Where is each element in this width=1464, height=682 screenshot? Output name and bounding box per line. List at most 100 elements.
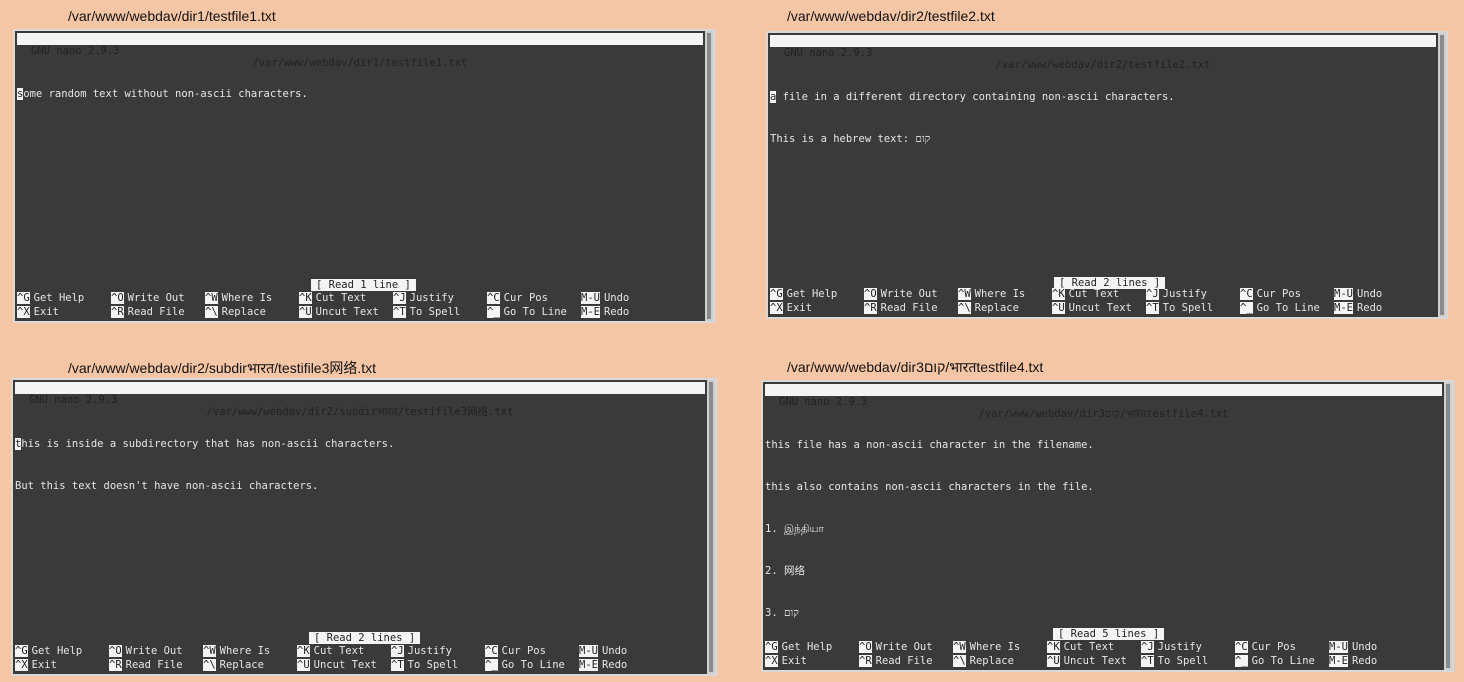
shortcut-item[interactable]: ^C Cur Pos (1240, 287, 1301, 301)
shortcut-item[interactable]: ^C Cur Pos (487, 291, 548, 305)
shortcut-item[interactable]: ^\ Replace (958, 301, 1019, 315)
shortcut-item[interactable]: ^K Cut Text (1047, 640, 1114, 654)
shortcut-key: ^J (1141, 641, 1154, 653)
shortcut-item[interactable]: M-E Redo (1329, 654, 1377, 668)
shortcut-key: ^O (109, 645, 122, 657)
shortcut-label: Go To Line (501, 659, 565, 671)
shortcut-label: Justify (1162, 288, 1207, 300)
shortcut-item[interactable]: ^J Justify (393, 291, 454, 305)
shortcut-item[interactable]: ^U Uncut Text (299, 305, 379, 319)
shortcut-label: Read File (875, 655, 933, 667)
shortcut-item[interactable]: ^U Uncut Text (297, 658, 377, 672)
nano-window-4[interactable]: GNU nano 2.9.3 /var/www/webdav/dir3קום/भ… (761, 380, 1454, 672)
shortcut-key: ^\ (953, 655, 966, 667)
shortcut-item[interactable]: ^G Get Help (17, 291, 84, 305)
shortcut-item[interactable]: ^W Where Is (958, 287, 1025, 301)
shortcut-item[interactable]: ^O Write Out (111, 291, 185, 305)
shortcut-item[interactable]: ^R Read File (864, 301, 938, 315)
editor-text[interactable]: this is inside a subdirectory that has n… (15, 409, 394, 521)
shortcut-label: Read File (880, 302, 938, 314)
shortcut-item[interactable]: ^K Cut Text (299, 291, 366, 305)
shortcut-item[interactable]: ^G Get Help (15, 644, 82, 658)
nano-version: GNU nano 2.9.3 (29, 394, 118, 406)
shortcut-bar: ^G Get Help ^X Exit ^O Write Out ^R Read File ^W… (765, 640, 1442, 668)
shortcut-label: Redo (1351, 655, 1378, 667)
shortcut-item[interactable]: ^K Cut Text (297, 644, 364, 658)
shortcut-label: Uncut Text (315, 306, 379, 318)
shortcut-label: Undo (1351, 641, 1378, 653)
editor-text[interactable]: some random text without non-ascii chara… (17, 59, 308, 129)
shortcut-item[interactable]: M-U Undo (579, 644, 627, 658)
shortcut-item[interactable]: ^K Cut Text (1052, 287, 1119, 301)
shortcut-key: ^C (1235, 641, 1248, 653)
shortcut-item[interactable]: ^\ Replace (953, 654, 1014, 668)
shortcut-item[interactable]: ^T To Spell (393, 305, 460, 319)
panel-2-caption: /var/www/webdav/dir2/testfile2.txt (787, 8, 995, 24)
shortcut-item[interactable]: ^W Where Is (203, 644, 270, 658)
shortcut-item[interactable]: M-U Undo (1329, 640, 1377, 654)
shortcut-item[interactable]: ^_ Go To Line (1240, 301, 1320, 315)
shortcut-key: ^T (1141, 655, 1154, 667)
shortcut-item[interactable]: ^\ Replace (205, 305, 266, 319)
shortcut-item[interactable]: ^R Read File (109, 658, 183, 672)
shortcut-item[interactable]: ^J Justify (1141, 640, 1202, 654)
shortcut-item[interactable]: ^J Justify (391, 644, 452, 658)
shortcut-label: Replace (974, 302, 1019, 314)
shortcut-item[interactable]: ^W Where Is (953, 640, 1020, 654)
shortcut-item[interactable]: ^T To Spell (1146, 301, 1213, 315)
shortcut-label: Write Out (127, 292, 185, 304)
shortcut-item[interactable]: ^O Write Out (859, 640, 933, 654)
nano-window-3[interactable]: GNU nano 2.9.3 /var/www/webdav/dir2/subd… (11, 378, 717, 676)
editor-line: file in a different directory containing… (776, 91, 1175, 103)
shortcut-item[interactable]: M-E Redo (581, 305, 629, 319)
shortcut-label: Replace (969, 655, 1014, 667)
shortcut-item[interactable]: ^J Justify (1146, 287, 1207, 301)
shortcut-item[interactable]: ^X Exit (765, 654, 807, 668)
shortcut-key: ^W (958, 288, 971, 300)
shortcut-item[interactable]: M-U Undo (1334, 287, 1382, 301)
shortcut-key: ^R (111, 306, 124, 318)
shortcut-item[interactable]: M-U Undo (581, 291, 629, 305)
shortcut-item[interactable]: ^C Cur Pos (1235, 640, 1296, 654)
scrollbar[interactable] (707, 380, 715, 674)
shortcut-item[interactable]: ^\ Replace (203, 658, 264, 672)
shortcut-item[interactable]: ^U Uncut Text (1052, 301, 1132, 315)
shortcut-item[interactable]: ^G Get Help (765, 640, 832, 654)
editor-text[interactable]: this file has a non-ascii character in t… (765, 410, 1094, 648)
shortcut-item[interactable]: ^C Cur Pos (485, 644, 546, 658)
shortcut-label: Go To Line (1256, 302, 1320, 314)
shortcut-item[interactable]: ^T To Spell (1141, 654, 1208, 668)
shortcut-item[interactable]: ^R Read File (111, 305, 185, 319)
shortcut-item[interactable]: ^X Exit (15, 658, 57, 672)
shortcut-item[interactable]: ^U Uncut Text (1047, 654, 1127, 668)
shortcut-item[interactable]: ^W Where Is (205, 291, 272, 305)
shortcut-item[interactable]: ^X Exit (770, 301, 812, 315)
shortcut-label: To Spell (409, 306, 461, 318)
shortcut-key: M-E (1334, 302, 1353, 314)
shortcut-item[interactable]: ^_ Go To Line (487, 305, 567, 319)
shortcut-item[interactable]: ^_ Go To Line (485, 658, 565, 672)
scrollbar[interactable] (1438, 33, 1446, 317)
shortcut-item[interactable]: ^_ Go To Line (1235, 654, 1315, 668)
nano-titlebar: GNU nano 2.9.3 /var/www/webdav/dir1/test… (17, 33, 703, 69)
shortcut-item[interactable]: ^O Write Out (109, 644, 183, 658)
nano-window-1[interactable]: GNU nano 2.9.3 /var/www/webdav/dir1/test… (13, 29, 715, 323)
shortcut-item[interactable]: M-E Redo (1334, 301, 1382, 315)
nano-version: GNU nano 2.9.3 (779, 396, 868, 408)
nano-window-2[interactable]: GNU nano 2.9.3 /var/www/webdav/dir2/test… (766, 31, 1448, 319)
shortcut-item[interactable]: ^O Write Out (864, 287, 938, 301)
shortcut-item[interactable]: ^R Read File (859, 654, 933, 668)
shortcut-key: ^W (203, 645, 216, 657)
shortcut-item[interactable]: ^G Get Help (770, 287, 837, 301)
shortcut-item[interactable]: M-E Redo (579, 658, 627, 672)
editor-text[interactable]: a file in a different directory containi… (770, 62, 1175, 174)
shortcut-label: Justify (407, 645, 452, 657)
shortcut-key: ^U (1052, 302, 1065, 314)
shortcut-key: ^K (297, 645, 310, 657)
shortcut-item[interactable]: ^X Exit (17, 305, 59, 319)
scrollbar[interactable] (705, 31, 713, 321)
scrollbar[interactable] (1444, 382, 1452, 670)
shortcut-item[interactable]: ^T To Spell (391, 658, 458, 672)
shortcut-key: ^U (299, 306, 312, 318)
shortcut-label: Where Is (969, 641, 1021, 653)
